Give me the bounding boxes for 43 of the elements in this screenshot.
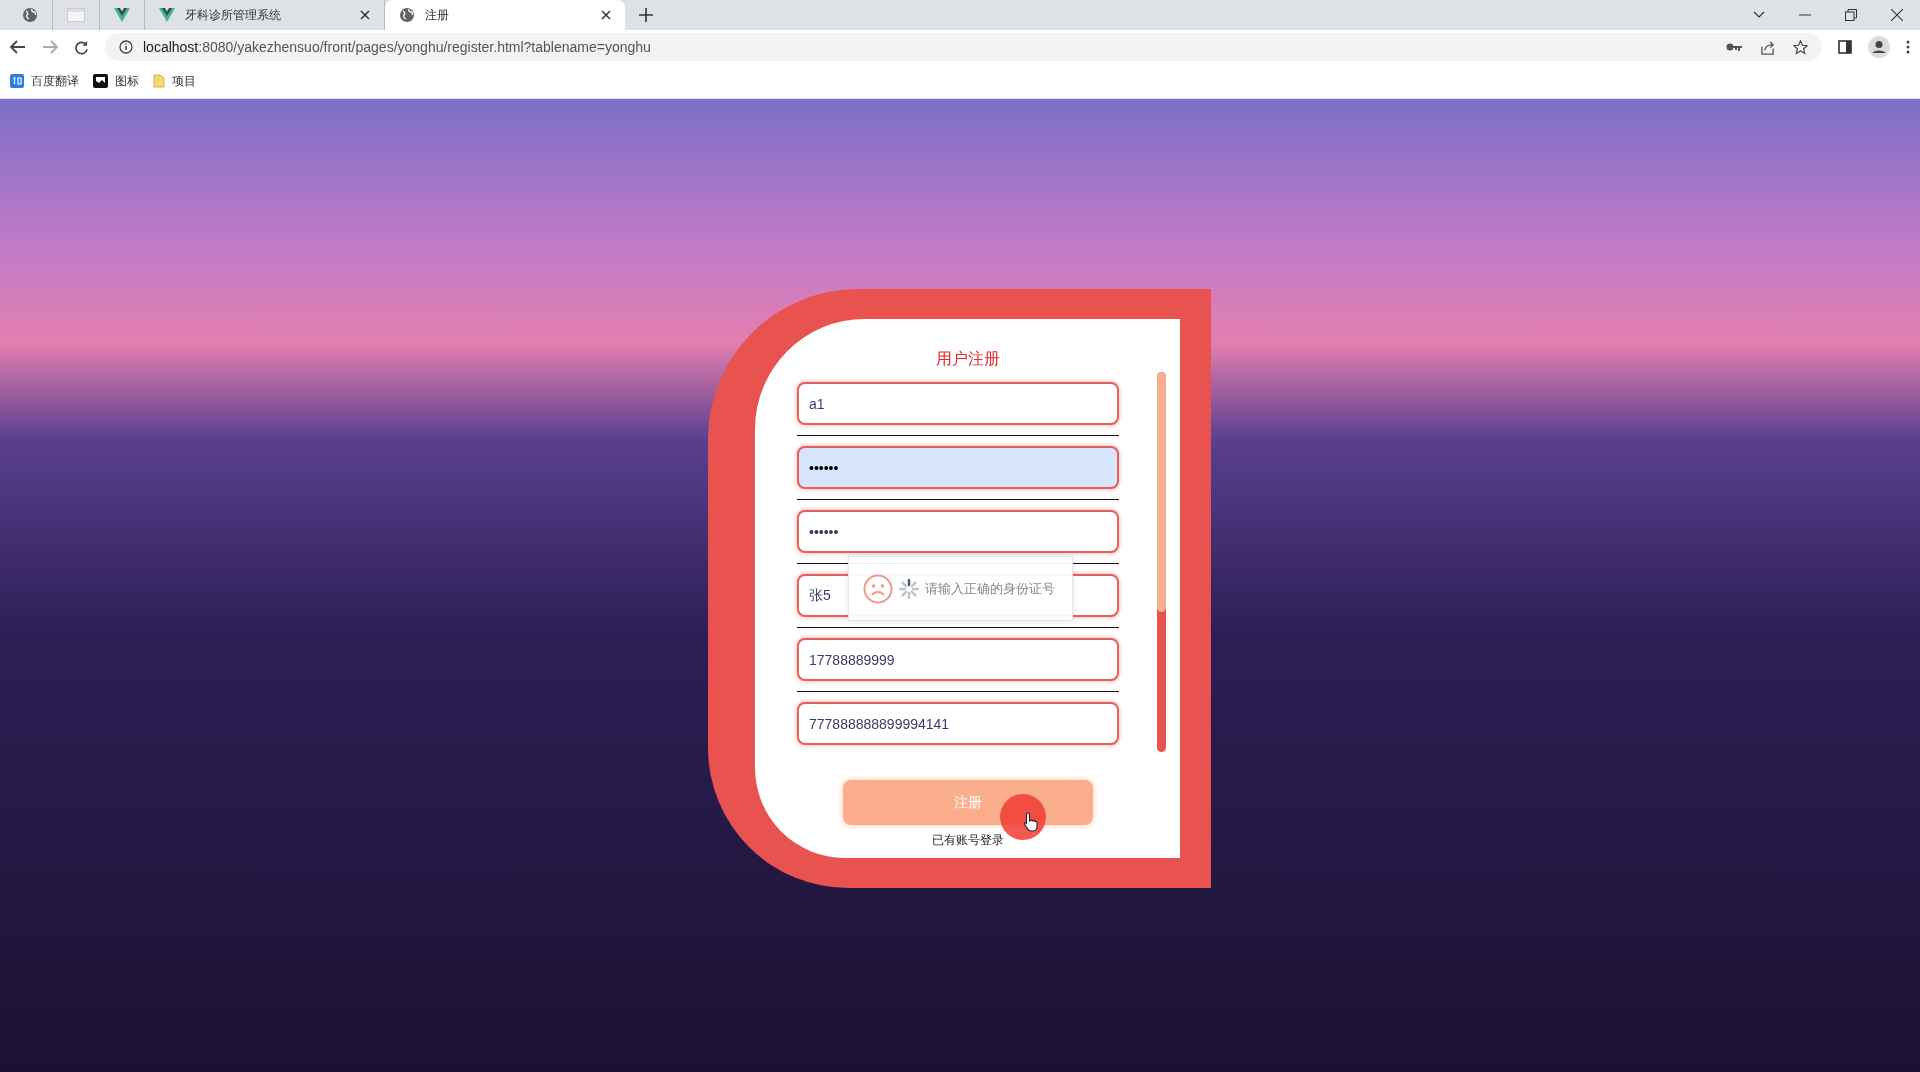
v-logo-icon xyxy=(159,8,175,22)
form-title: 用户注册 xyxy=(935,349,1000,369)
bookmark[interactable]: 项目 xyxy=(153,72,196,90)
restore-icon[interactable] xyxy=(1845,9,1857,21)
reload-icon[interactable] xyxy=(74,39,89,55)
share-icon[interactable] xyxy=(1760,39,1775,55)
address-bar[interactable]: localhost:8080/yakezhensuo/front/pages/yonghu/register.html?tablename=yonghu xyxy=(105,33,1822,61)
back-arrow-icon[interactable] xyxy=(10,40,26,54)
input-field[interactable]: 17788889999 xyxy=(797,638,1119,681)
folder-icon xyxy=(153,74,165,88)
key-icon[interactable] xyxy=(1726,42,1742,52)
chevron-down-icon[interactable] xyxy=(1753,11,1765,19)
image-icon xyxy=(93,74,108,88)
info-icon xyxy=(119,40,133,54)
v-logo-icon xyxy=(114,8,130,22)
scrollbar[interactable] xyxy=(1157,372,1166,752)
url-text: localhost:8080/yakezhensuo/front/pages/yonghu/register.html?tablename=yonghu xyxy=(143,39,651,55)
globe-icon xyxy=(399,7,415,23)
new-tab-icon[interactable] xyxy=(639,8,653,22)
input-field[interactable]: a1 xyxy=(797,382,1119,425)
login-link[interactable]: 已有账号登录 xyxy=(931,832,1004,849)
star-icon[interactable] xyxy=(1793,39,1808,55)
input-field[interactable]: •••••• xyxy=(797,446,1119,489)
loading-spinner-icon xyxy=(899,578,919,599)
close-icon[interactable] xyxy=(360,10,370,20)
translate-icon xyxy=(10,74,24,88)
bookmark[interactable]: 百度翻译 xyxy=(10,72,79,90)
tab-title: 注册 xyxy=(425,6,450,24)
tab-title: 牙科诊所管理系统 xyxy=(185,6,282,24)
close-icon[interactable] xyxy=(1891,9,1903,21)
hand-cursor-icon xyxy=(1022,812,1039,832)
toast-message: 请输入正确的身份证号 xyxy=(925,579,1055,598)
sad-face-icon xyxy=(863,573,893,604)
side-panel-icon[interactable] xyxy=(1838,40,1852,54)
bookmark[interactable]: 图标 xyxy=(93,72,139,90)
card-icon xyxy=(67,8,85,22)
input-field[interactable]: •••••• xyxy=(797,510,1119,553)
input-field[interactable]: 777888888899994141 xyxy=(797,702,1119,745)
close-icon[interactable] xyxy=(601,10,611,20)
profile-icon[interactable] xyxy=(1868,36,1890,58)
browser-tab[interactable]: 注册 xyxy=(385,0,625,30)
menu-icon[interactable] xyxy=(1906,40,1910,54)
globe-icon xyxy=(22,7,38,23)
